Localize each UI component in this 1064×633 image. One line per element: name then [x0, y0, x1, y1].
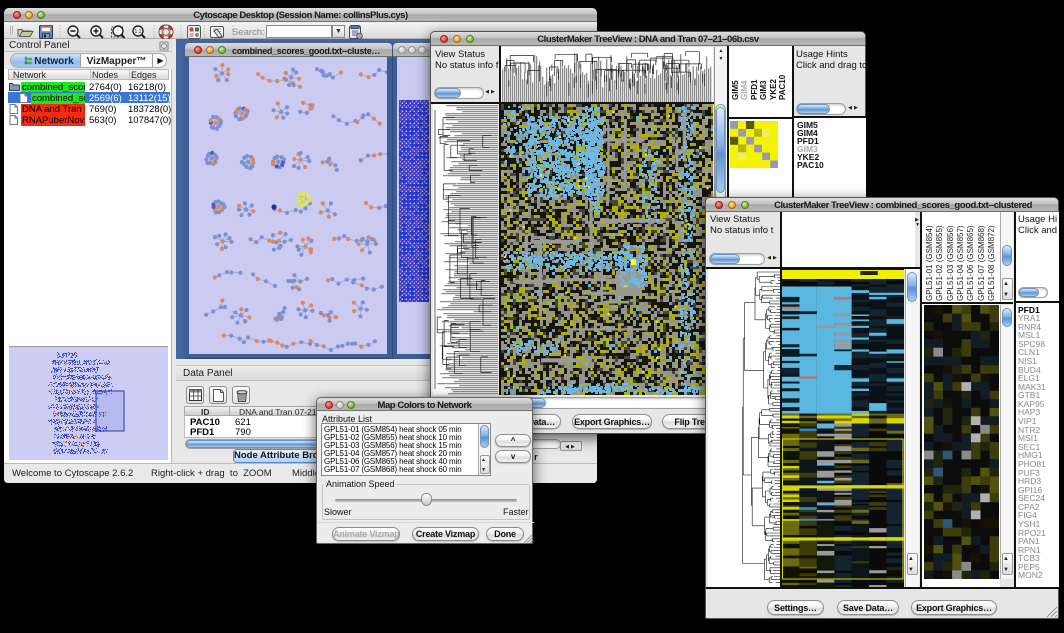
svg-text:1:1: 1:1	[135, 29, 142, 35]
